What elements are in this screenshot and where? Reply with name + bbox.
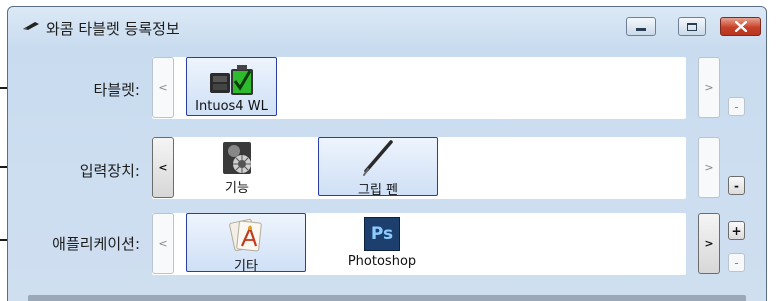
close-icon	[734, 21, 747, 32]
application-list: < 기타 Ps Photoshop >	[152, 213, 720, 275]
maximize-icon	[687, 22, 697, 31]
title-bar[interactable]: 와콤 타블렛 등록정보	[8, 7, 766, 47]
input-item-functions[interactable]: 기능	[197, 137, 277, 196]
input-remove-button[interactable]: -	[728, 176, 745, 195]
application-add-button[interactable]: +	[728, 221, 745, 240]
tablet-row-label: 타블렛:	[93, 81, 140, 99]
minimize-icon	[636, 27, 646, 31]
other-apps-icon	[226, 216, 266, 254]
input-prev-button[interactable]: <	[152, 137, 174, 198]
application-remove-button[interactable]: -	[728, 253, 745, 272]
application-next-button[interactable]: >	[698, 213, 720, 274]
photoshop-badge: Ps	[370, 224, 394, 244]
application-item-other[interactable]: 기타	[186, 213, 306, 274]
input-row-label: 입력장치:	[79, 162, 140, 180]
pen-icon	[23, 22, 39, 30]
application-item-label: 기타	[234, 259, 258, 274]
functions-icon	[217, 139, 257, 176]
maximize-button[interactable]	[678, 17, 706, 36]
grip-pen-icon	[358, 140, 398, 178]
input-next-button[interactable]: >	[698, 137, 720, 198]
minimize-button[interactable]	[626, 17, 656, 36]
properties-window: 와콤 타블렛 등록정보 타블렛: < Intuos4 WL > - 입력장치: …	[7, 6, 767, 301]
input-device-list: < 기능 그립 펜 >	[152, 137, 720, 199]
input-item-label: 기능	[225, 181, 249, 196]
bottom-panel-edge	[28, 295, 746, 301]
application-item-label: Photoshop	[347, 254, 417, 269]
tablet-next-button[interactable]: >	[698, 57, 720, 118]
client-area: 타블렛: < Intuos4 WL > - 입력장치: < 기능 그립 펜 > …	[8, 47, 766, 301]
window-title: 와콤 타블렛 등록정보	[46, 20, 180, 38]
tablet-item-intuos4[interactable]: Intuos4 WL	[186, 57, 277, 116]
photoshop-icon: Ps	[364, 215, 400, 253]
tablet-item-label: Intuos4 WL	[195, 99, 268, 114]
close-button[interactable]	[720, 17, 761, 36]
tablet-prev-button[interactable]: <	[152, 57, 174, 118]
application-row-label: 애플리케이션:	[52, 235, 140, 253]
input-item-grip-pen[interactable]: 그립 펜	[318, 137, 438, 198]
tablet-icon	[207, 60, 257, 98]
tablet-remove-button[interactable]: -	[728, 97, 745, 116]
tablet-list: < Intuos4 WL >	[152, 57, 720, 119]
application-item-photoshop[interactable]: Ps Photoshop	[332, 213, 432, 272]
input-item-label: 그립 펜	[357, 183, 398, 198]
application-prev-button[interactable]: <	[152, 213, 174, 274]
